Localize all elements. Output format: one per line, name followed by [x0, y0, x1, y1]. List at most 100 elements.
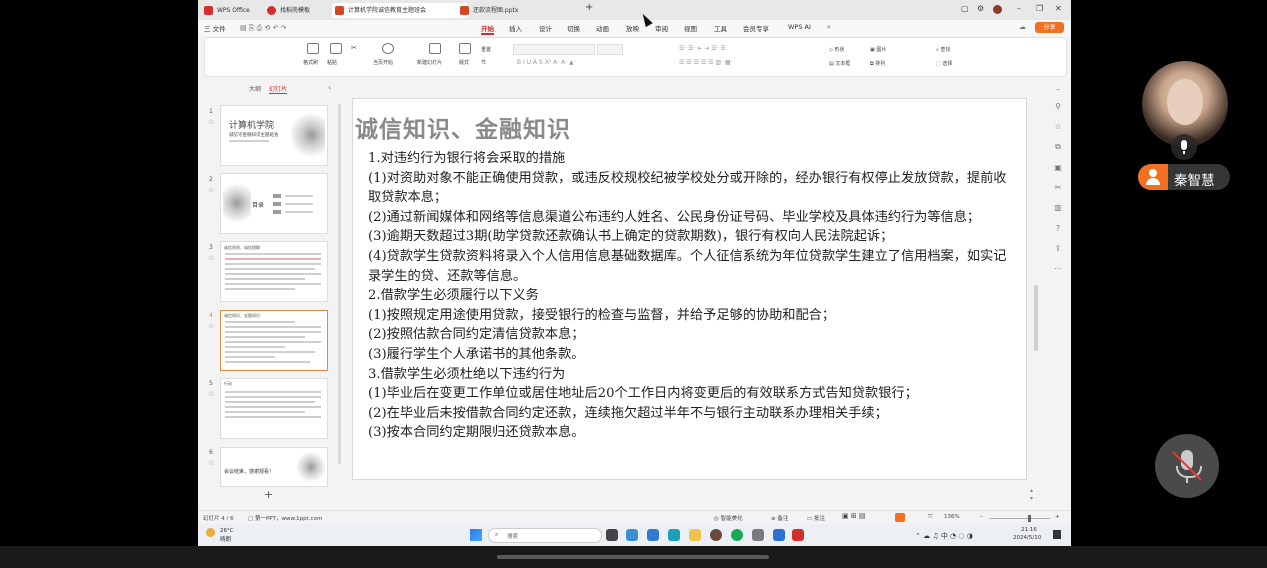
weather-temp[interactable]: 26°C — [220, 528, 234, 534]
menu-member[interactable]: 会员专享 — [743, 23, 769, 33]
thumbnail-scrollbar[interactable] — [338, 104, 341, 464]
maximize-button[interactable]: ❐ — [1036, 4, 1043, 13]
align-buttons[interactable]: ☰ ☰ ☰ ☰ ☰ ▥· ▦· — [679, 59, 733, 66]
minimize-panel-icon[interactable]: – — [1053, 85, 1063, 94]
start-button[interactable] — [470, 529, 482, 541]
reset-button[interactable]: 重置 — [481, 46, 491, 53]
cloud-icon[interactable]: ☁ — [1019, 23, 1026, 31]
slide-thumbnail-2[interactable]: 目录 — [220, 173, 328, 234]
edge-icon[interactable] — [626, 529, 638, 541]
menu-design[interactable]: 设计 — [539, 23, 552, 33]
slide-scrollbar[interactable] — [1034, 285, 1038, 351]
menu-view[interactable]: 视图 — [684, 23, 697, 33]
collapse-pane-icon[interactable]: ‹ — [328, 83, 331, 92]
smart-beautify-button[interactable]: ◎ 智能美化 — [714, 514, 743, 522]
mute-microphone-button[interactable] — [1155, 434, 1219, 498]
star-icon[interactable]: ☆ — [208, 118, 214, 126]
format-painter-icon[interactable] — [307, 43, 319, 54]
tab-slides[interactable]: 幻灯片 — [269, 84, 288, 94]
weather-icon[interactable] — [206, 528, 215, 537]
star-icon[interactable]: ☆ — [208, 390, 214, 398]
section-button[interactable]: 节 — [481, 59, 486, 66]
book-icon[interactable]: ▥ — [1053, 203, 1063, 212]
menu-animation[interactable]: 动画 — [596, 23, 609, 33]
slide-title[interactable]: 诚信知识、金融知识 — [355, 110, 571, 144]
task-view-icon[interactable] — [606, 529, 618, 541]
taskbar-search[interactable]: ⌕ 搜索 — [488, 528, 602, 543]
user-avatar[interactable] — [993, 5, 1002, 14]
zoom-level[interactable]: 136% — [944, 514, 960, 520]
tab-outline[interactable]: 大纲 — [249, 84, 261, 93]
settings-icon[interactable]: ⚙ — [977, 4, 984, 13]
select-button[interactable]: ⬚ 选择 — [936, 60, 952, 67]
star-icon[interactable]: ☆ — [208, 186, 214, 194]
slide-thumbnail-5[interactable]: 行动 — [220, 378, 328, 439]
wps-taskbar-icon[interactable] — [792, 529, 804, 541]
slide-canvas[interactable]: 诚信知识、金融知识 1.对违约行为银行将会采取的措施 (1)对资助对象不能正确使… — [352, 98, 1027, 480]
slide-thumbnail-4[interactable]: 诚信知识、金融知识 — [220, 310, 328, 371]
new-slide-icon[interactable] — [429, 43, 441, 54]
tab-templates[interactable]: 找稻壳模板 — [264, 3, 342, 18]
minimize-button[interactable]: – — [1017, 4, 1021, 13]
arrange-button[interactable]: ⧉ 排列 — [870, 60, 885, 67]
new-tab-button[interactable]: + — [585, 2, 593, 13]
star-icon[interactable]: ☆ — [208, 322, 214, 330]
star-icon[interactable]: ☆ — [208, 254, 214, 262]
star-panel-icon[interactable]: ☆ — [1053, 122, 1063, 131]
file-explorer-icon[interactable] — [689, 529, 701, 541]
copy-icon[interactable]: ⧉ — [1053, 142, 1063, 151]
theme-name[interactable]: ▢ 第一PPT，www.1ppt.com — [248, 514, 322, 522]
restore-layout-icon[interactable]: ▢ — [961, 4, 969, 13]
app-icon[interactable] — [752, 529, 764, 541]
zoom-slider[interactable] — [990, 518, 1050, 519]
textbox-button[interactable]: ▤ 文本框 — [829, 60, 850, 67]
system-tray-icons[interactable]: ⌃ ☁ ♫ 中 ◔ ◌ ◑ — [915, 531, 973, 541]
clock-time[interactable]: 21:16 — [1021, 527, 1037, 533]
notification-icon[interactable] — [1053, 530, 1061, 539]
wechat-icon[interactable] — [731, 529, 743, 541]
font-style-buttons[interactable]: B I U A S X² A· A· ▲· — [517, 59, 576, 66]
menu-tools[interactable]: 工具 — [714, 23, 727, 33]
fit-icon[interactable]: ⤧ — [928, 514, 932, 521]
properties-icon[interactable]: ⚲ — [1053, 102, 1063, 111]
star-icon[interactable]: ☆ — [208, 459, 214, 467]
zoom-out-button[interactable]: – — [980, 514, 983, 520]
image-icon[interactable]: ▣ — [1053, 163, 1063, 172]
tools-icon[interactable]: ✂ — [1053, 183, 1063, 192]
page-nav-icons[interactable]: ▴ ▾ — [1030, 487, 1033, 503]
close-button[interactable]: ✕ — [1055, 4, 1062, 13]
tab-current-document[interactable]: 计算机学院诚信教育主题班会 — [332, 3, 468, 18]
slide-thumbnail-3[interactable]: 诚信原则、诚信理解 — [220, 241, 328, 302]
menu-insert[interactable]: 插入 — [509, 23, 522, 33]
app-icon[interactable] — [710, 529, 722, 541]
find-button[interactable]: ⌕ 查找 — [936, 46, 950, 53]
share-button[interactable]: 分享 — [1035, 22, 1064, 33]
font-size-select[interactable] — [597, 44, 623, 55]
zoom-slider-handle[interactable] — [1028, 515, 1031, 522]
font-name-select[interactable] — [513, 44, 595, 55]
slide-thumbnail-1[interactable]: 计算机学院 诚信守金融知识主题班会 — [220, 105, 328, 166]
slide-body-text[interactable]: 1.对违约行为银行将会采取的措施 (1)对资助对象不能正确使用贷款，或违反校规校… — [368, 149, 1018, 443]
play-from-current-icon[interactable] — [382, 43, 394, 54]
meeting-app-icon[interactable] — [773, 529, 785, 541]
paragraph-buttons[interactable]: ☰· ☰· ⇤ ⇥ ☰· ☰ — [679, 45, 726, 52]
menu-transition[interactable]: 切换 — [567, 23, 580, 33]
cut-icon[interactable]: ✂ — [351, 44, 357, 52]
browser-icon[interactable] — [668, 529, 680, 541]
help-icon[interactable]: ? — [1053, 224, 1063, 233]
shape-button[interactable]: ◇ 形状 — [829, 46, 844, 53]
backup-icon[interactable]: ⇪ — [1053, 244, 1063, 253]
add-slide-button[interactable]: + — [264, 488, 273, 501]
more-icon[interactable]: ⋯ — [1053, 264, 1063, 273]
quick-access-icons[interactable]: ▤ ⎘ ⎙ ⟲ ↶ ↷ — [240, 24, 287, 33]
play-slideshow-button[interactable] — [895, 513, 905, 522]
comment-button[interactable]: ▭ 批注 — [807, 514, 825, 522]
slide-thumbnail-6[interactable]: 会议结束，感谢观看！ — [220, 447, 328, 487]
view-mode-icons[interactable]: ▣ ⊞ ▤ — [842, 512, 866, 520]
menu-home[interactable]: 开始 — [481, 23, 494, 35]
home-indicator[interactable] — [497, 555, 769, 559]
picture-button[interactable]: ▣ 图片 — [870, 46, 886, 53]
notes-button[interactable]: ≡ 备注 — [771, 514, 788, 522]
menu-wps-ai[interactable]: WPS AI — [788, 23, 811, 31]
search-icon[interactable]: ⌕ — [827, 23, 831, 32]
